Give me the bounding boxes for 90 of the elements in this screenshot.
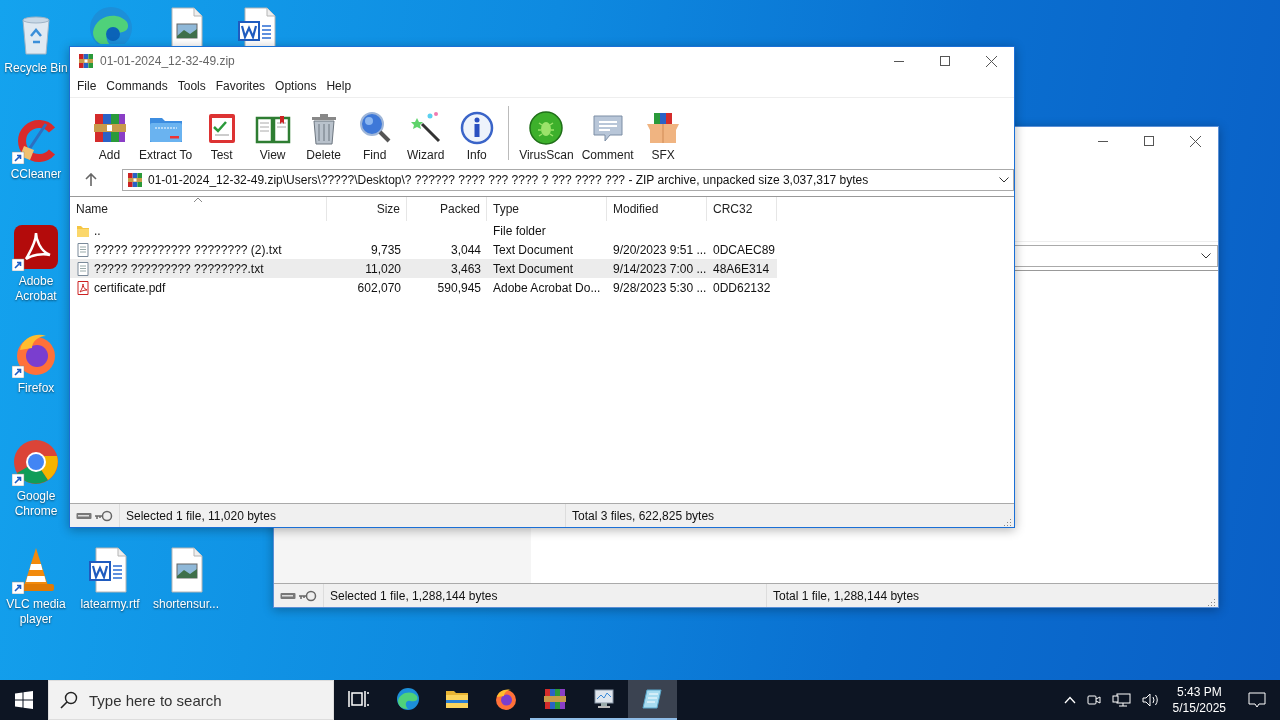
toolbar-button[interactable]: VirusScan [515, 110, 578, 162]
toolbar-button[interactable]: Comment [577, 110, 638, 162]
search-icon [60, 691, 78, 709]
column-header[interactable]: Modified [607, 197, 707, 221]
resize-grip-icon[interactable] [1206, 597, 1216, 607]
dropdown-caret-icon [999, 177, 1009, 183]
toolbar-button[interactable]: Extract To [135, 110, 197, 162]
text-file-icon [76, 242, 90, 257]
up-arrow-icon [85, 173, 97, 187]
box-icon [645, 110, 682, 146]
table-cell: 3,044 [450, 242, 481, 257]
status-text: Total 3 files, 622,825 bytes [571, 508, 716, 523]
file-row[interactable]: ????? ????????? ???????? (2).txt 9,735 3,044 Text Document 9/20/2023 9:51 ... 0DCAEC89 [70, 240, 777, 259]
windows-logo-icon [15, 691, 33, 709]
file-row[interactable]: .. File folder [70, 221, 777, 240]
table-cell: 0DD62132 [713, 280, 771, 295]
table-cell: certificate.pdf [94, 280, 166, 295]
column-header[interactable]: Packed [407, 197, 487, 221]
menu-item[interactable]: Favorites [210, 79, 271, 93]
fox-globe-icon [493, 687, 518, 711]
notepad-icon [640, 687, 665, 711]
status-text: Total 1 file, 1,288,144 bytes [772, 588, 921, 603]
browser-icon [395, 687, 420, 711]
monitor-icon [591, 687, 616, 711]
table-cell: Text Document [493, 261, 574, 276]
table-cell: 0DCAEC89 [713, 242, 776, 257]
archive-icon [127, 172, 143, 188]
column-header[interactable]: Name [70, 197, 327, 221]
toolbar-button[interactable]: Find [349, 110, 401, 162]
drive-icon [280, 591, 296, 600]
path-field[interactable]: 01-01-2024_12-32-49.zip\Users\?????\Desktop\? ?????? ???? ??? ???? ? ??? ???? ??? - ZIP archive, unpacked size 3,037,317 bytes [122, 169, 1014, 191]
dropdown-caret-icon [1201, 253, 1211, 259]
key-icon [95, 509, 113, 522]
taskbar-app-button[interactable] [628, 680, 677, 720]
books-stack-icon [542, 687, 567, 711]
file-row[interactable]: ????? ????????? ????????.txt 11,020 3,463 Text Document 9/14/2023 7:00 ... 48A6E314 [70, 259, 777, 278]
menu-item[interactable]: Help [321, 79, 357, 93]
toolbar-button[interactable]: Info [451, 110, 503, 162]
file-row[interactable]: certificate.pdf 602,070 590,945 Adobe Acrobat Do... 9/28/2023 5:30 ... 0DD62132 [70, 278, 777, 297]
key-icon [299, 589, 317, 602]
menu-item[interactable]: Commands [101, 79, 173, 93]
sort-caret-icon [193, 197, 203, 203]
pdf-file-icon [76, 280, 90, 295]
path-field[interactable] [1014, 245, 1218, 267]
text-file-icon [76, 261, 90, 276]
pdf-app-icon[interactable] [12, 223, 60, 271]
table-cell: .. [94, 223, 101, 238]
table-cell: 3,463 [450, 261, 481, 276]
table-cell: 48A6E314 [713, 261, 770, 276]
table-cell: Text Document [493, 242, 574, 257]
status-text: Selected 1 file, 11,020 bytes [125, 508, 277, 523]
column-header[interactable]: Size [327, 197, 407, 221]
close-icon [1189, 135, 1201, 147]
toolbar-button[interactable]: Add [84, 110, 135, 162]
maximize-icon [1144, 136, 1154, 146]
table-cell: File folder [493, 223, 546, 238]
search-field[interactable]: Type here to search [48, 680, 334, 720]
menu-item[interactable]: Tools [172, 79, 211, 93]
close-icon [985, 55, 997, 67]
table-cell: 11,020 [365, 261, 401, 276]
toolbar-button[interactable]: SFX [637, 110, 689, 162]
table-cell: ????? ????????? ???????? (2).txt [94, 242, 282, 257]
table-cell: 9/28/2023 5:30 ... [613, 280, 707, 295]
table-cell: 590,945 [437, 280, 481, 295]
window-title: 01-01-2024_12-32-49.zip [100, 54, 236, 68]
table-cell: 9,735 [370, 242, 401, 257]
table-cell: ????? ????????? ????????.txt [94, 261, 264, 276]
folder-icon [76, 223, 90, 238]
bug-icon [528, 110, 565, 146]
toolbar-button[interactable]: Wizard [400, 110, 452, 162]
status-text: Selected 1 file, 1,288,144 bytes [329, 588, 499, 603]
table-cell: 9/20/2023 9:51 ... [613, 242, 707, 257]
menu-item[interactable]: Options [270, 79, 322, 93]
column-header[interactable]: Type [487, 197, 607, 221]
drive-icon [76, 511, 92, 520]
menu-item[interactable]: File [72, 79, 102, 93]
resize-grip-icon[interactable] [1002, 517, 1012, 527]
table-cell: 602,070 [357, 280, 401, 295]
clock[interactable]: 5:43 PM 5/15/2025 [1164, 684, 1234, 716]
toolbar-button[interactable]: View [247, 110, 299, 162]
column-header[interactable]: CRC32 [707, 197, 777, 221]
maximize-icon [940, 56, 950, 66]
table-cell: Adobe Acrobat Do... [493, 280, 601, 295]
toolbar-button[interactable]: Test [196, 110, 248, 162]
toolbar-button[interactable]: Delete [298, 110, 350, 162]
info-icon [458, 110, 495, 146]
table-cell: 9/14/2023 7:00 ... [613, 261, 707, 276]
app-icon [78, 53, 94, 69]
browser-icon[interactable] [87, 4, 135, 44]
chrome-browser-icon[interactable] [12, 438, 60, 486]
